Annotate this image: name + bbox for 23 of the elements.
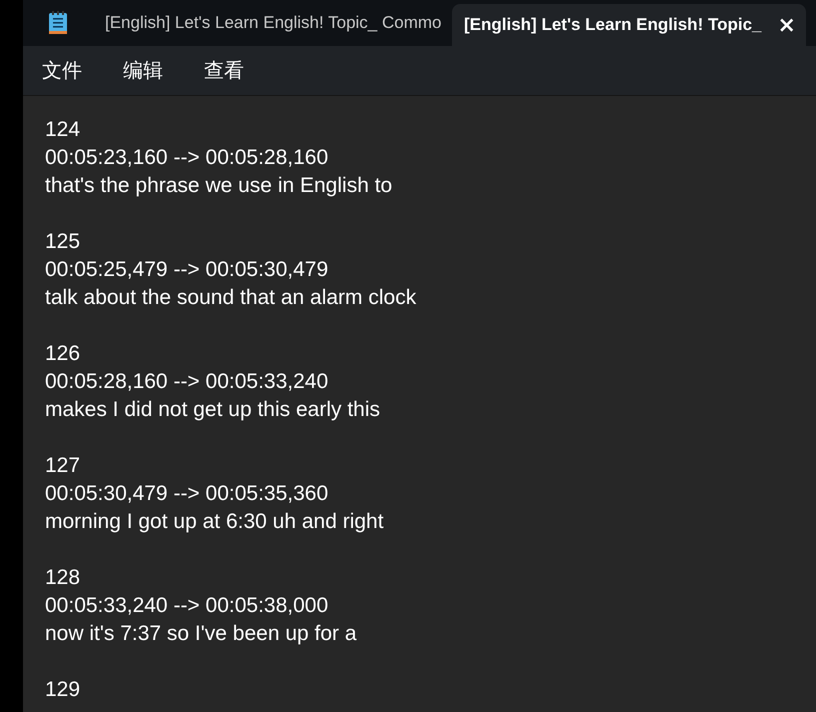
- menu-item[interactable]: 查看: [204, 57, 265, 84]
- text-line: 129: [45, 678, 80, 701]
- text-line: talk about the sound that an alarm clock: [45, 286, 416, 309]
- text-line: 00:05:33,240 --> 00:05:38,000: [45, 594, 328, 617]
- notepad-icon: [47, 11, 69, 35]
- text-line: 124: [45, 118, 80, 141]
- text-line: 00:05:28,160 --> 00:05:33,240: [45, 370, 328, 393]
- text-line: 00:05:25,479 --> 00:05:30,479: [45, 258, 328, 281]
- text-line: morning I got up at 6:30 uh and right: [45, 510, 384, 533]
- text-line: that's the phrase we use in English to: [45, 174, 392, 197]
- text-line: 128: [45, 566, 80, 589]
- text-line: makes I did not get up this early this: [45, 398, 380, 421]
- text-line: now it's 7:37 so I've been up for a: [45, 622, 357, 645]
- close-icon[interactable]: ×: [777, 12, 796, 38]
- menu-item[interactable]: 文件: [42, 57, 103, 84]
- menu-item[interactable]: 编辑: [123, 57, 184, 84]
- text-line: 00:05:23,160 --> 00:05:28,160: [45, 146, 328, 169]
- tab[interactable]: [English] Let's Learn English! Topic_ Commo: [105, 0, 452, 46]
- text-line: 127: [45, 454, 80, 477]
- text-line: 125: [45, 230, 80, 253]
- text-line: 00:05:30,479 --> 00:05:35,360: [45, 482, 328, 505]
- tab[interactable]: [English] Let's Learn English! Topic_ ×: [452, 4, 806, 46]
- text-line: 126: [45, 342, 80, 365]
